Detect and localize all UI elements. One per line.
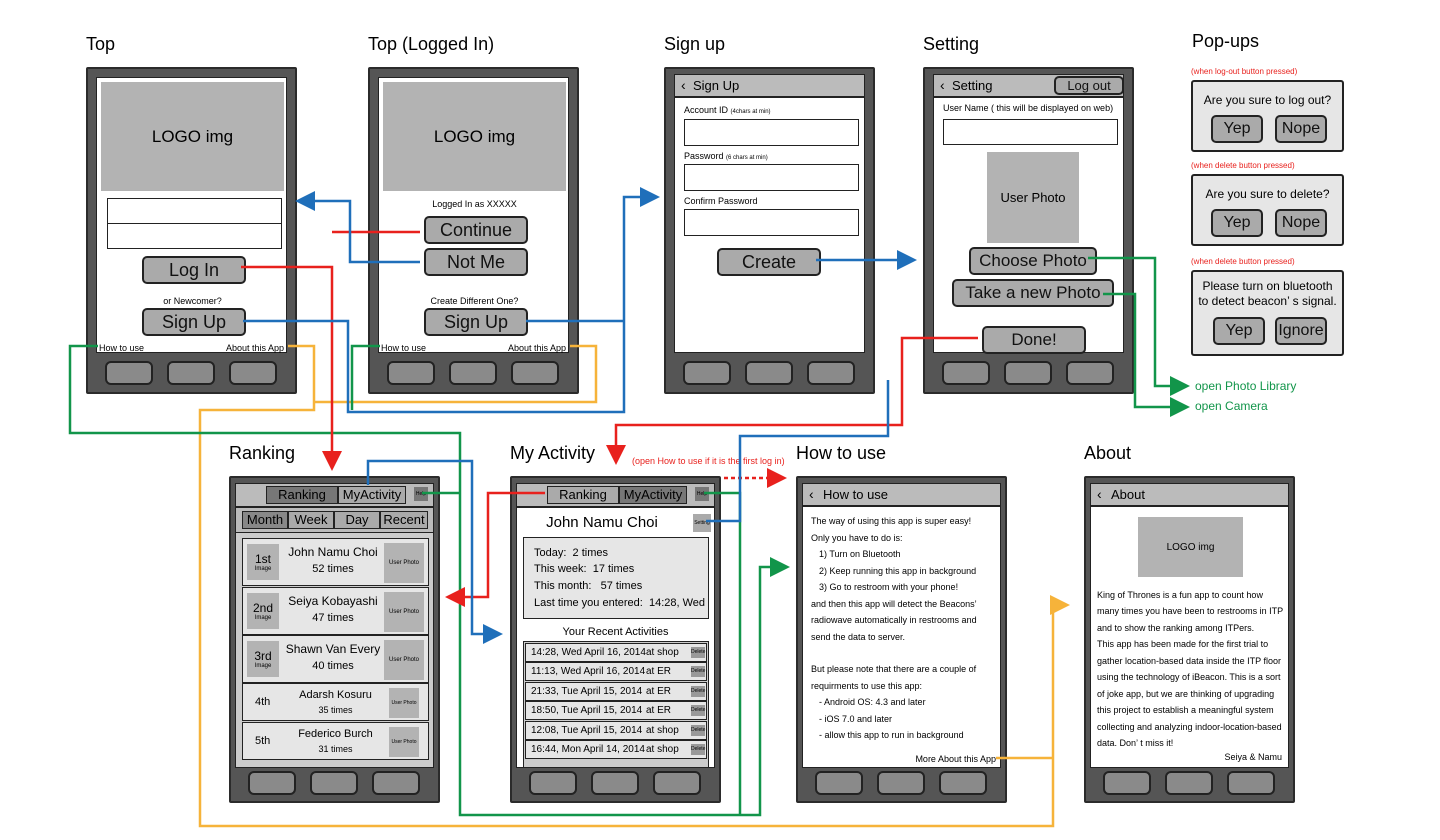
flow-line-yellow [314, 344, 598, 404]
flow-line-green [1103, 292, 1190, 417]
flow-line-green [704, 491, 742, 815]
flow-line-blue [243, 187, 660, 414]
flow-line-blue [706, 380, 890, 523]
flow-line-yellow [198, 344, 1070, 828]
flow-line-red [241, 265, 342, 471]
flow-line-green [1088, 256, 1190, 396]
flow-line-green [68, 344, 790, 817]
flow-line-red [606, 336, 978, 465]
flow-line-blue [366, 459, 503, 644]
flow-connectors [68, 187, 1190, 828]
flow-line-red [445, 491, 545, 607]
flow-line-green [350, 344, 380, 410]
